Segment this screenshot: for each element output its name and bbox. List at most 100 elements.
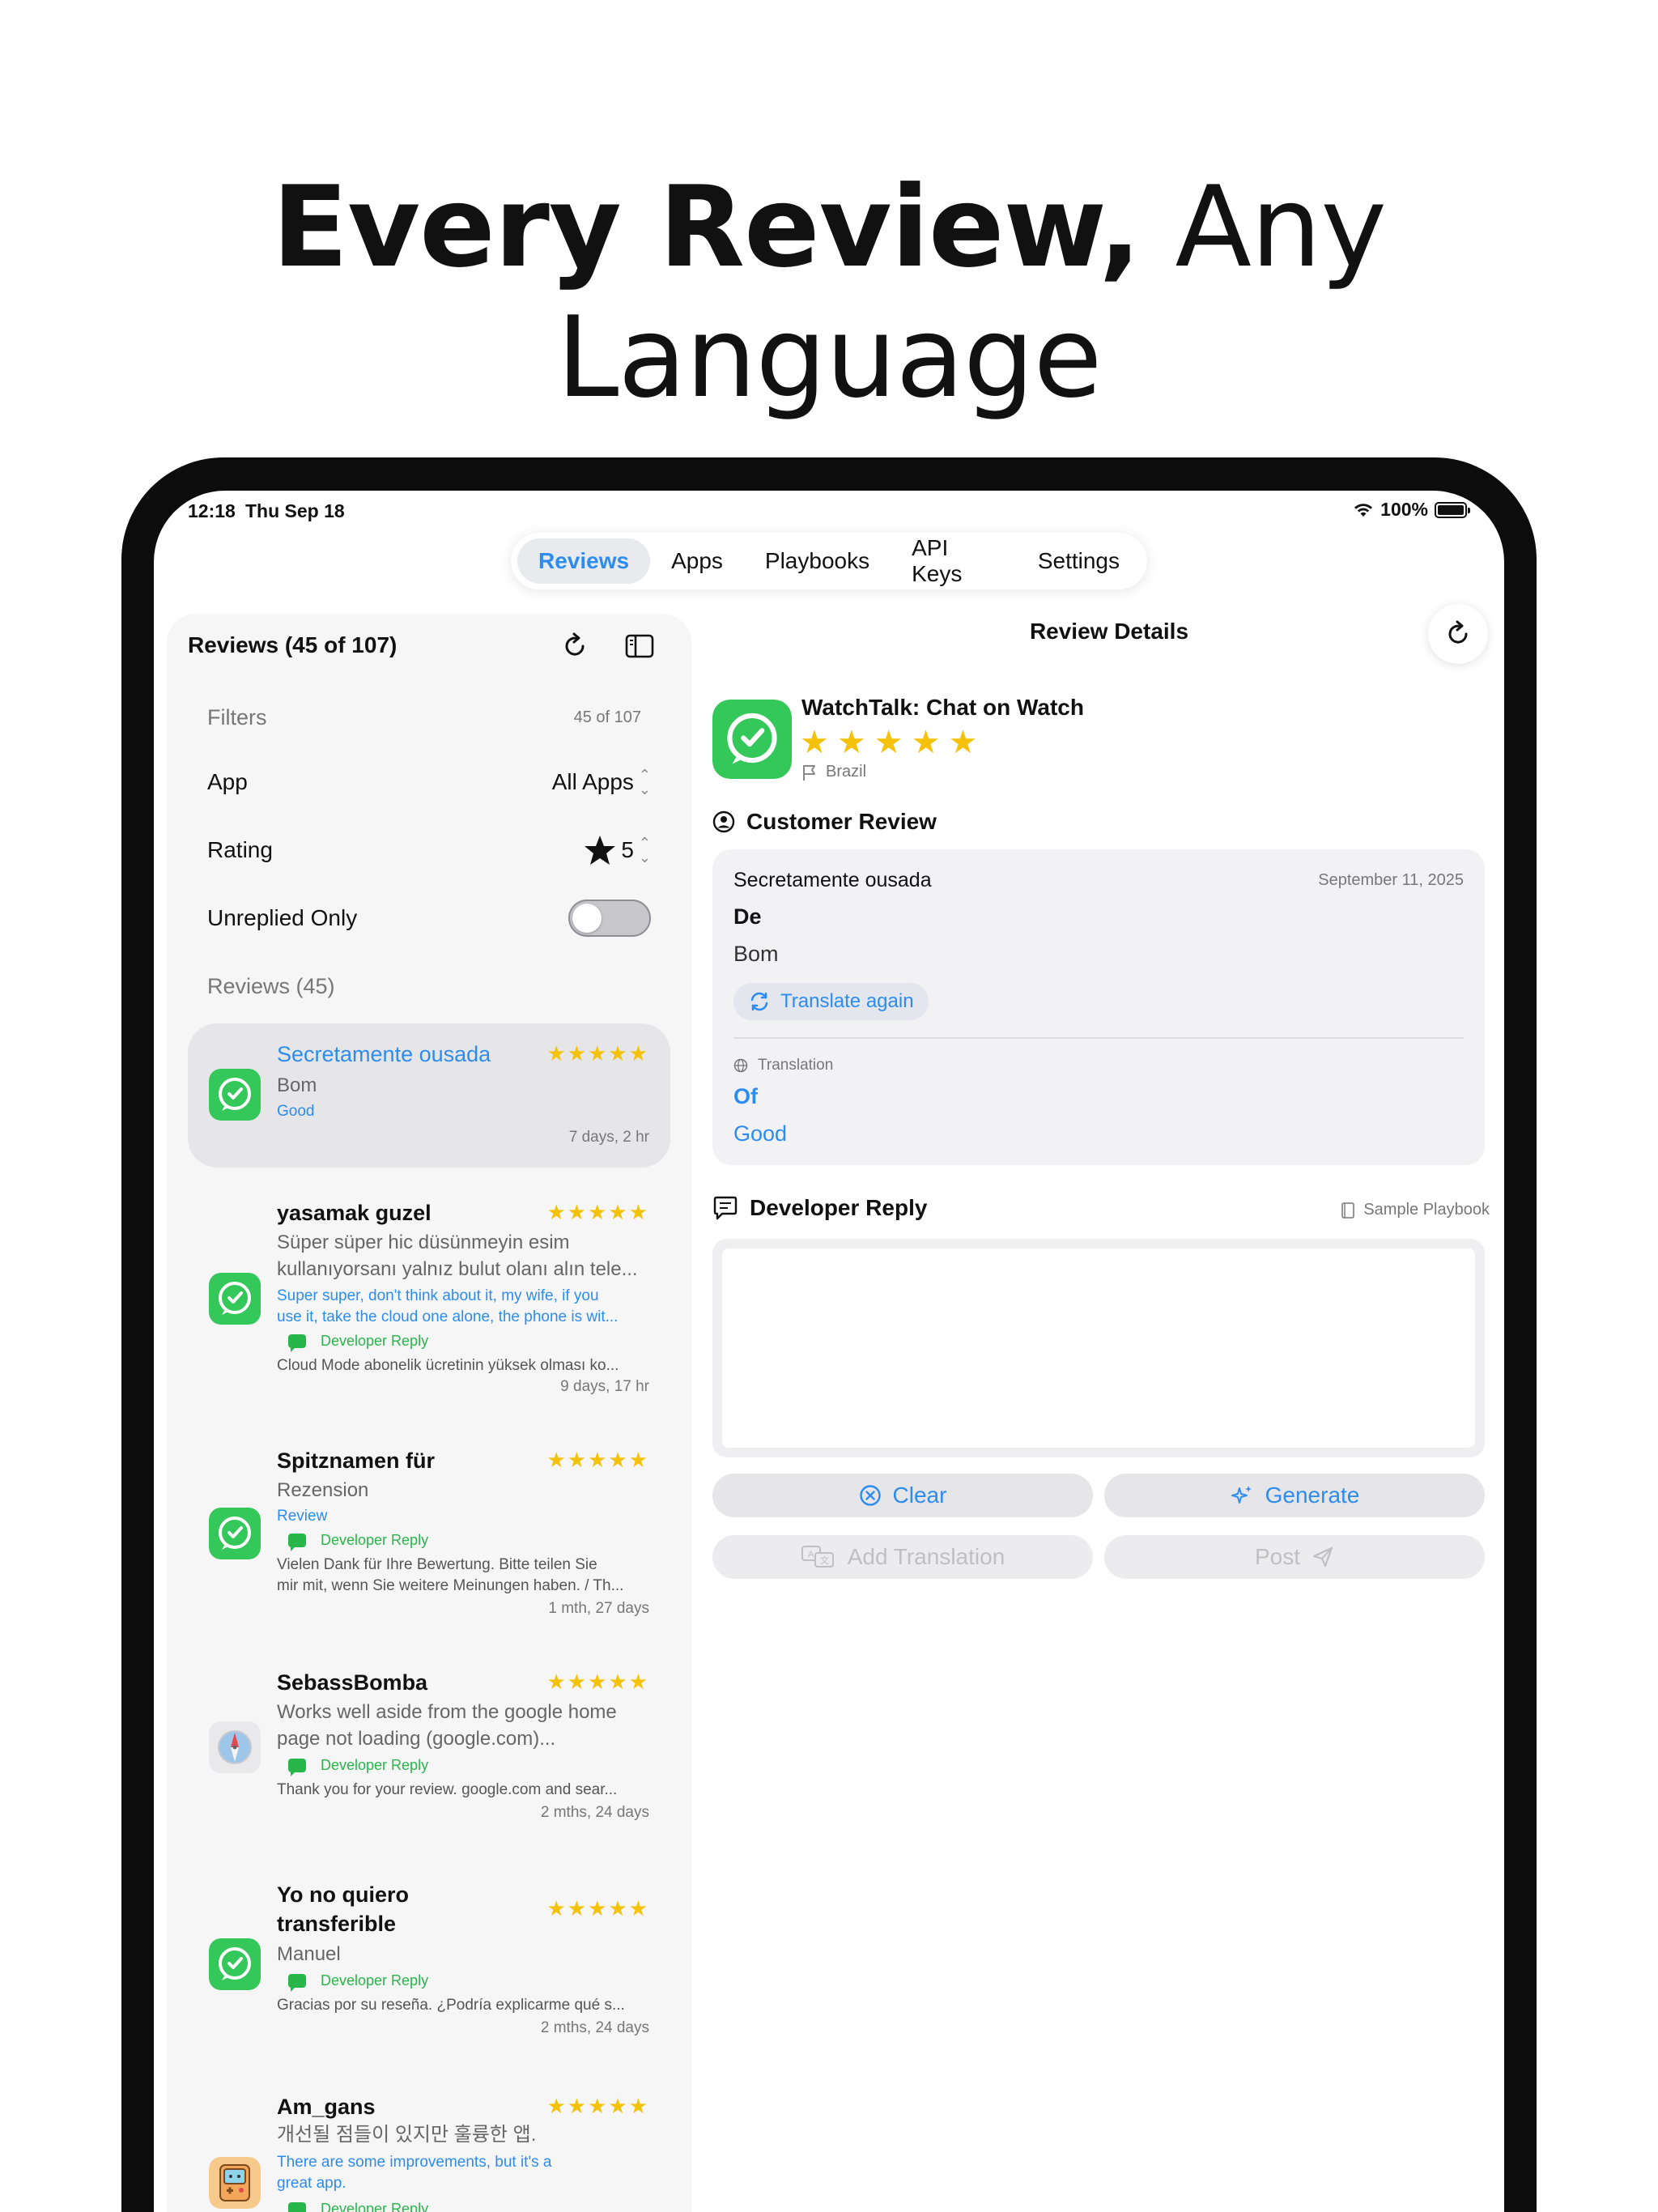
developer-reply-text-label: Developer Reply	[321, 1757, 429, 1773]
review-date: September 11, 2025	[1318, 871, 1464, 889]
chat-bubble-icon	[288, 2202, 306, 2212]
tab-settings[interactable]: Settings	[1017, 538, 1141, 584]
watch-talk-icon	[209, 1938, 261, 1990]
review-translation: Review	[277, 1508, 328, 1525]
chat-bubble-icon	[288, 1534, 306, 1551]
svg-text:文: 文	[820, 1555, 829, 1566]
review-body: Manuel	[277, 1943, 341, 1965]
translate-bubbles-icon: A 文	[801, 1546, 834, 1568]
review-body: 개선될 점들이 있지만 훌륭한 앱.	[277, 2124, 537, 2146]
detail-app-name: WatchTalk: Chat on Watch	[801, 695, 1084, 720]
headline-bold: Every Review,	[271, 162, 1141, 292]
review-subject: De	[733, 904, 762, 929]
review-age: 2 mths, 24 days	[540, 2019, 649, 2036]
watch-talk-app-icon	[712, 700, 792, 779]
developer-reply-preview: Thank you for your review. google.com an…	[277, 1781, 618, 1798]
review-translation: use it, take the cloud one alone, the ph…	[277, 1308, 619, 1325]
app-filter-label: App	[207, 769, 248, 794]
review-list-item[interactable]: yasamak guzel ★★★★★ Süper süper hic düsü…	[188, 1182, 670, 1396]
post-label: Post	[1254, 1544, 1301, 1569]
review-list-item[interactable]: Secretamente ousada ★★★★★ Bom Good 7 day…	[188, 1023, 670, 1168]
detail-refresh-button[interactable]	[1428, 604, 1488, 664]
post-button[interactable]: Post	[1104, 1535, 1485, 1579]
tab-reviews[interactable]: Reviews	[517, 538, 651, 584]
add-translation-label: Add Translation	[847, 1544, 1005, 1569]
customer-review-card: Secretamente ousada September 11, 2025 D…	[712, 849, 1485, 1165]
customer-review-label: Customer Review	[746, 809, 937, 834]
reply-editor	[712, 1239, 1485, 1457]
reviews-sidebar: Reviews (45 of 107) Filters 45 of 107 Ap…	[167, 614, 691, 2212]
country-name: Brazil	[826, 763, 867, 781]
reply-textarea[interactable]	[722, 1249, 1475, 1448]
tab-apps[interactable]: Apps	[650, 538, 744, 584]
detail-stars: ★★★★★	[800, 725, 986, 760]
playbook-name: Sample Playbook	[1363, 1201, 1490, 1219]
book-icon	[1341, 1202, 1355, 1219]
review-list-item[interactable]: Am_gans ★★★★★ 개선될 점들이 있지만 훌륭한 앱. There a…	[188, 2076, 670, 2212]
developer-reply-preview: mir mit, wenn Sie weitere Meinungen habe…	[277, 1577, 624, 1594]
app-filter-selected: All Apps	[551, 769, 634, 794]
review-stars: ★★★★★	[546, 1448, 649, 1472]
paper-plane-icon	[1312, 1546, 1333, 1568]
tab-api-keys[interactable]: API Keys	[891, 535, 1017, 586]
developer-reply-label: Developer Reply	[288, 1972, 429, 1992]
refresh-icon[interactable]	[559, 630, 591, 662]
refresh-icon	[1448, 620, 1468, 644]
tab-playbooks[interactable]: Playbooks	[744, 538, 891, 584]
developer-reply-label: Developer Reply	[288, 1757, 429, 1776]
filters-count: 45 of 107	[573, 708, 641, 726]
review-text: Bom	[733, 942, 779, 966]
sidebar-toggle-icon[interactable]	[623, 630, 656, 662]
review-stars: ★★★★★	[546, 1670, 649, 1694]
review-translation: There are some improvements, but it's a	[277, 2154, 552, 2171]
developer-reply-text-label: Developer Reply	[321, 2201, 429, 2212]
rating-filter-value[interactable]: 5 ⌃ ⌄	[584, 835, 651, 866]
app-filter-value[interactable]: All Apps ⌃ ⌄	[552, 768, 651, 797]
unreplied-toggle[interactable]	[568, 900, 651, 937]
generate-button[interactable]: Generate	[1104, 1474, 1485, 1517]
customer-review-header: Customer Review	[712, 809, 937, 835]
developer-reply-title: Developer Reply	[750, 1195, 928, 1220]
review-stars: ★★★★★	[546, 1041, 649, 1066]
watch-talk-icon	[209, 1273, 261, 1325]
generate-label: Generate	[1265, 1482, 1360, 1508]
rating-filter[interactable]: Rating 5 ⌃ ⌄	[207, 830, 651, 870]
review-title: yasamak guzel	[277, 1201, 432, 1225]
chat-bubble-icon	[288, 1974, 306, 1992]
clear-button[interactable]: Clear	[712, 1474, 1093, 1517]
watch-talk-icon	[209, 1069, 261, 1121]
playbook-selector[interactable]: Sample Playbook	[1341, 1201, 1490, 1219]
review-title: Yo no quiero	[277, 1882, 409, 1907]
message-bubble-icon	[713, 1196, 738, 1220]
globe-icon	[733, 1058, 748, 1073]
review-list-item[interactable]: SebassBomba ★★★★★ Works well aside from …	[188, 1652, 670, 1830]
translate-again-button[interactable]: Translate again	[733, 983, 929, 1020]
status-bar: 12:18 Thu Sep 18 100%	[154, 491, 1504, 531]
detail-country: Brazil	[801, 763, 866, 781]
chat-bubble-icon	[288, 1759, 306, 1776]
clear-label: Clear	[892, 1482, 947, 1508]
review-title: Spitznamen für	[277, 1448, 436, 1473]
status-time: 12:18	[188, 500, 236, 521]
review-list-item[interactable]: Yo no quiero transferible ★★★★★ Manuel D…	[188, 1864, 670, 2052]
review-body: Works well aside from the google home	[277, 1701, 617, 1723]
flag-icon	[803, 764, 815, 781]
review-body: page not loading (google.com)...	[277, 1728, 556, 1750]
updown-chevron-icon: ⌃ ⌄	[638, 835, 651, 866]
review-body: Süper süper hic düsünmeyin esim	[277, 1231, 570, 1253]
developer-reply-label: Developer Reply	[288, 1532, 428, 1551]
review-age: 1 mth, 27 days	[548, 1600, 649, 1617]
detail-title: Review Details	[1029, 619, 1189, 644]
filters-header: Filters	[207, 705, 267, 730]
add-translation-button[interactable]: A 文 Add Translation	[712, 1535, 1093, 1579]
developer-reply-text-label: Developer Reply	[321, 1972, 429, 1989]
translated-subject: Of	[733, 1084, 758, 1108]
sync-arrows-icon	[750, 992, 768, 1011]
status-date: Thu Sep 18	[245, 500, 345, 521]
review-stars: ★★★★★	[546, 1896, 649, 1921]
review-title: SebassBomba	[277, 1670, 428, 1695]
developer-reply-label: Developer Reply	[288, 2201, 428, 2212]
review-list-item[interactable]: Spitznamen für ★★★★★ Rezension Review De…	[188, 1430, 670, 1624]
reviews-list-header: Reviews (45)	[207, 974, 335, 998]
app-filter[interactable]: App All Apps ⌃ ⌄	[207, 762, 651, 802]
